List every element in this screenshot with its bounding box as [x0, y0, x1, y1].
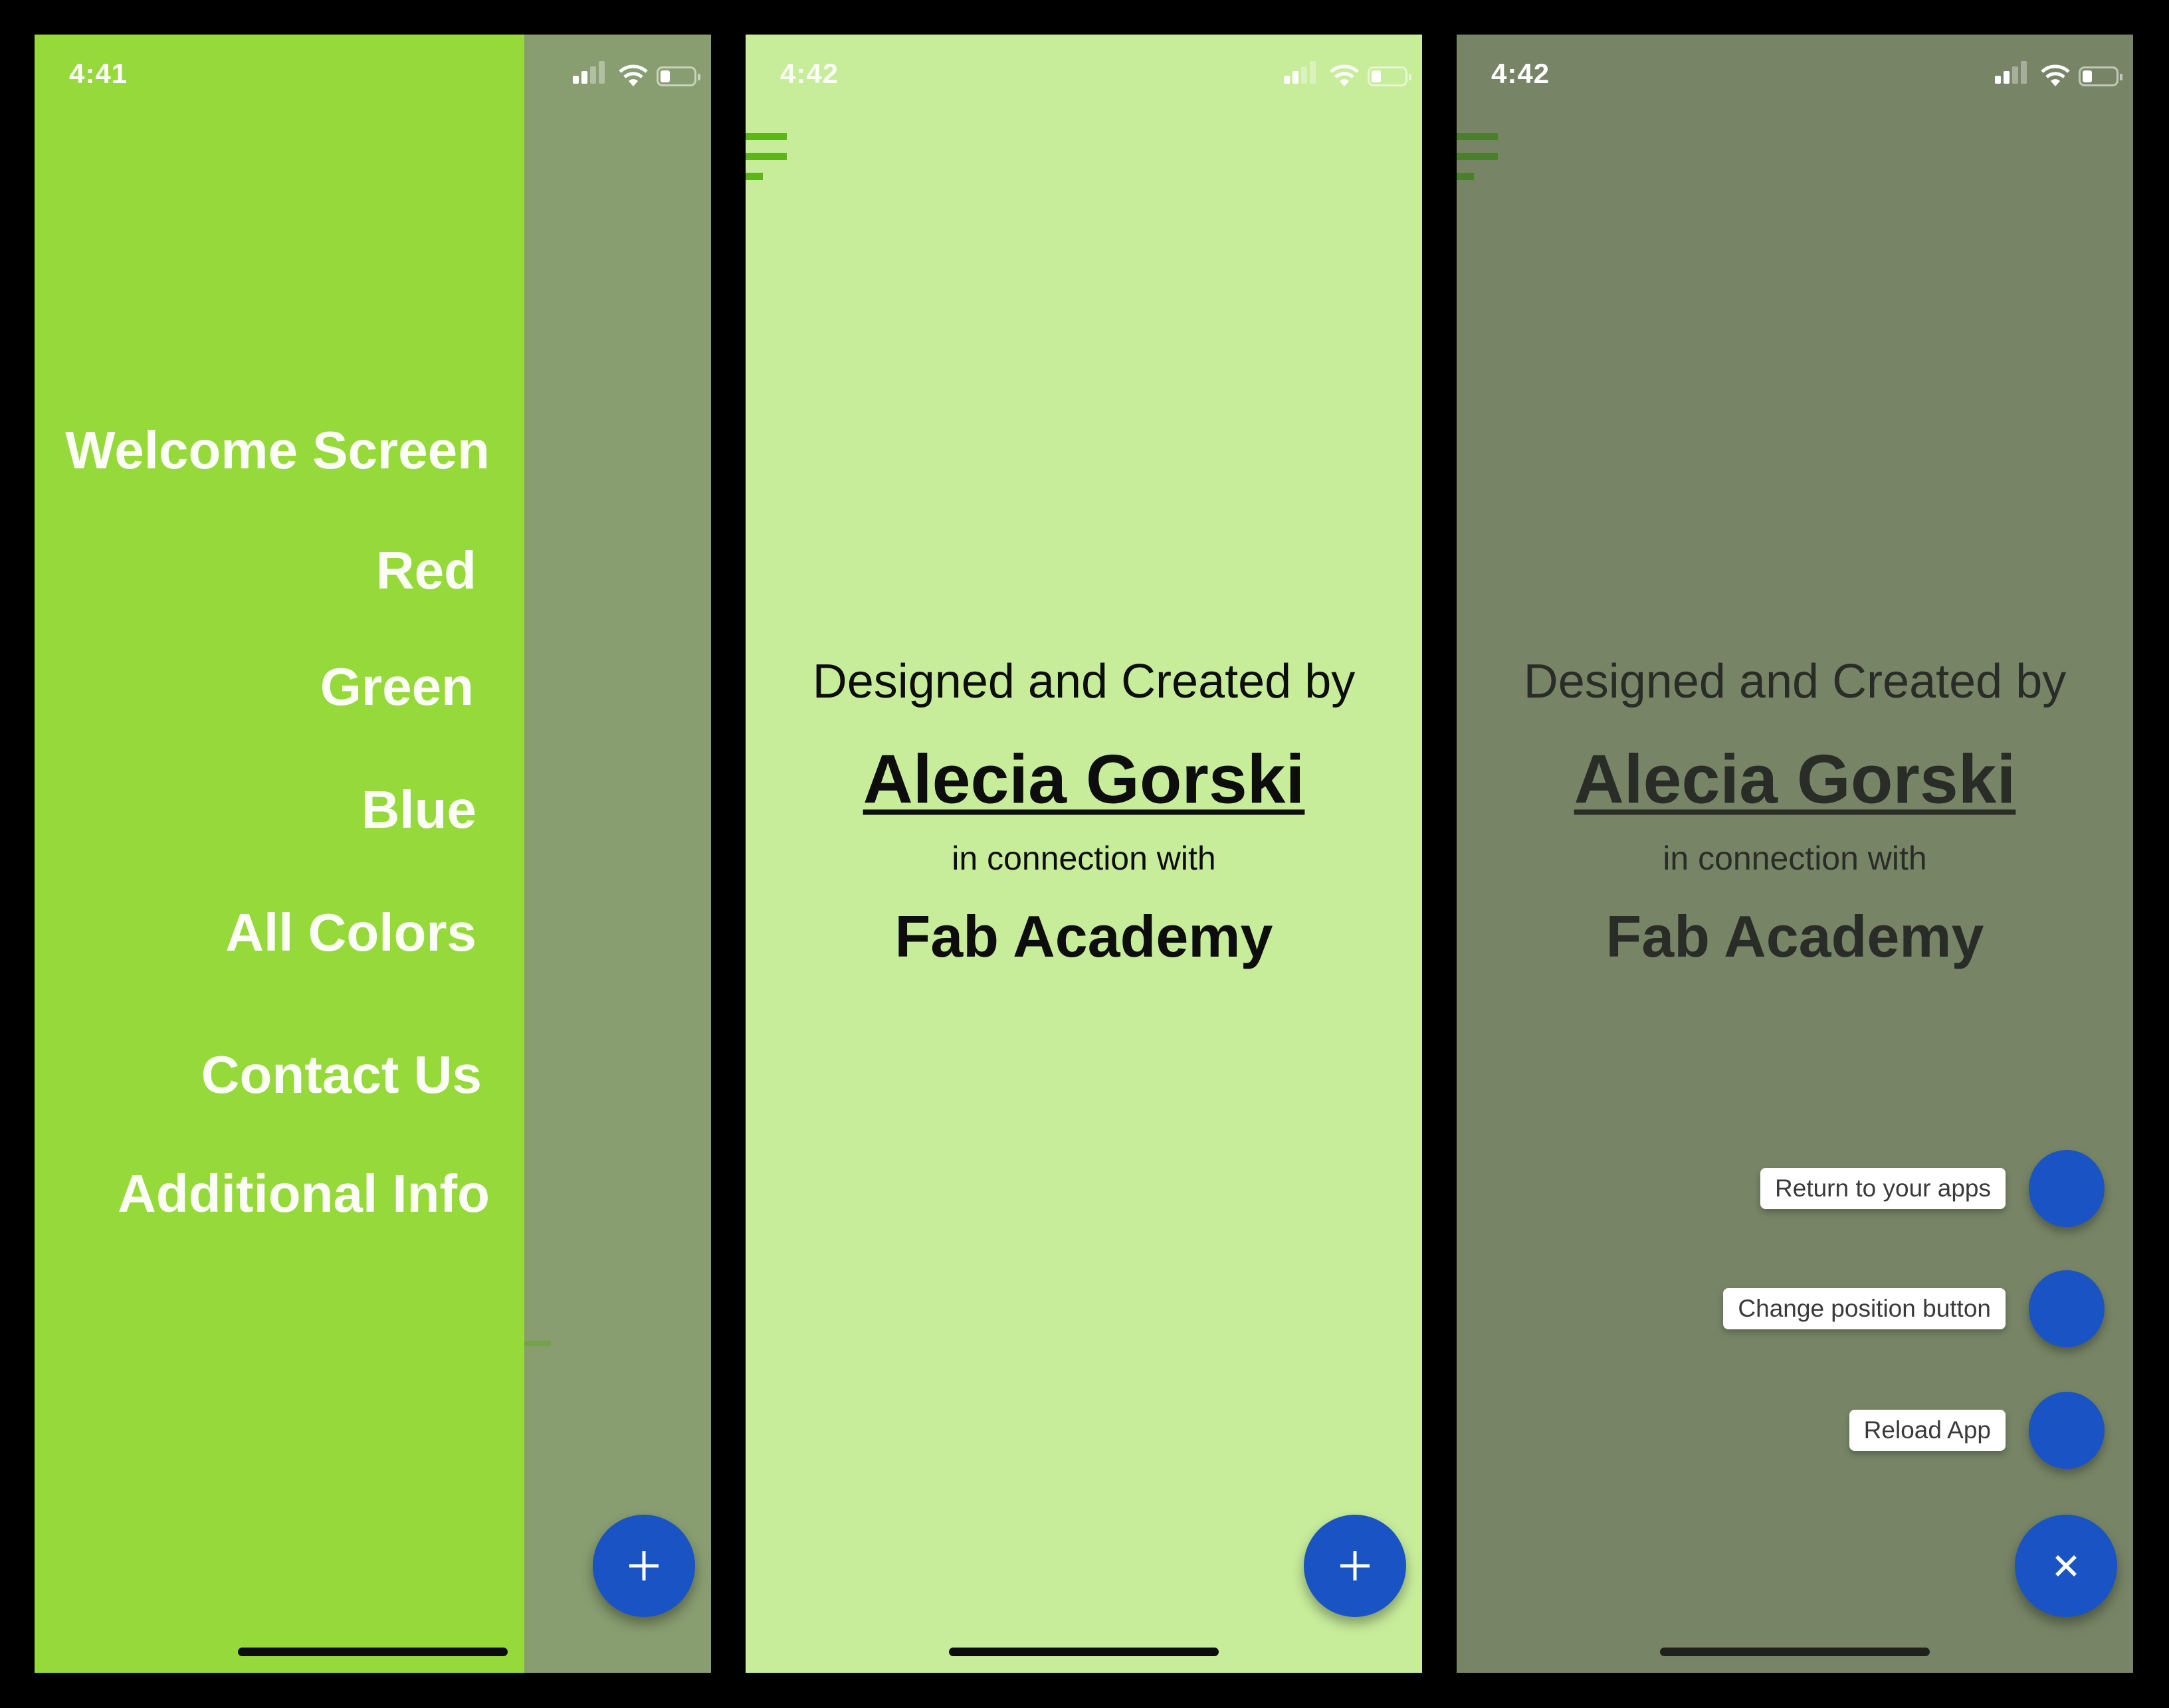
battery-icon: [1368, 66, 1411, 86]
author-name-link[interactable]: Alecia Gorski: [1457, 741, 2133, 820]
author-name-link[interactable]: Alecia Gorski: [746, 741, 1422, 820]
action-label[interactable]: Reload App: [1849, 1410, 2006, 1451]
home-indicator[interactable]: [949, 1648, 1219, 1656]
close-icon: [2055, 1555, 2077, 1576]
cellular-signal-icon: [1284, 61, 1321, 84]
status-icons: [573, 61, 706, 89]
navigation-drawer: Welcome Screen Red Green Blue All Colors…: [35, 35, 524, 1673]
screen-speed-dial-open: 4:42 Designed and Created by Alecia Gors…: [1457, 35, 2133, 1673]
screen-credits: 4:42 Designed and Created by Alecia Gors…: [746, 35, 1422, 1673]
status-icons: [1284, 61, 1417, 89]
cellular-signal-icon: [573, 61, 610, 84]
home-indicator[interactable]: [238, 1648, 508, 1656]
battery-icon: [2079, 66, 2122, 86]
home-indicator[interactable]: [1660, 1648, 1930, 1656]
cellular-signal-icon: [1995, 61, 2032, 84]
drawer-item-all-colors[interactable]: All Colors: [225, 902, 476, 963]
action-button[interactable]: [2029, 1270, 2105, 1347]
organization-name: Fab Academy: [894, 903, 1273, 969]
drawer-edge-handle: [524, 1341, 551, 1346]
action-button[interactable]: [2029, 1392, 2105, 1469]
fab-open-button[interactable]: [593, 1515, 695, 1617]
action-button[interactable]: [2029, 1150, 2105, 1227]
drawer-item-green[interactable]: Green: [320, 656, 474, 717]
status-time: 4:41: [69, 58, 128, 89]
wifi-icon: [2041, 64, 2070, 86]
credits-intro: Designed and Created by: [812, 655, 1356, 708]
battery-icon: [657, 66, 700, 86]
speed-dial-action-return-to-apps[interactable]: Return to your apps: [1457, 1150, 2133, 1227]
organization-name: Fab Academy: [1605, 903, 1984, 969]
plus-icon: [1340, 1551, 1370, 1580]
hamburger-menu-icon[interactable]: [746, 133, 788, 189]
drawer-item-contact-us[interactable]: Contact Us: [201, 1044, 482, 1105]
status-time: 4:42: [1491, 58, 1550, 89]
hamburger-menu-icon[interactable]: [1457, 133, 1499, 189]
credits-connector: in connection with: [952, 840, 1216, 877]
drawer-item-red[interactable]: Red: [376, 540, 476, 601]
status-time: 4:42: [780, 58, 839, 89]
screen-drawer-open: 4:41 Welcome Screen Red Green Blue All C…: [35, 35, 711, 1673]
credits-connector: in connection with: [1663, 840, 1927, 877]
status-icons: [1995, 61, 2128, 89]
plus-icon: [629, 1551, 659, 1580]
speed-dial-action-reload-app[interactable]: Reload App: [1457, 1392, 2133, 1469]
speed-dial-action-change-position[interactable]: Change position button: [1457, 1270, 2133, 1347]
fab-close-button[interactable]: [2015, 1515, 2117, 1617]
drawer-item-blue[interactable]: Blue: [362, 779, 476, 840]
wifi-icon: [1330, 64, 1359, 86]
credits-intro: Designed and Created by: [1523, 655, 2067, 708]
wifi-icon: [619, 64, 648, 86]
fab-open-button[interactable]: [1304, 1515, 1406, 1617]
drawer-item-additional-info[interactable]: Additional Info: [118, 1163, 490, 1224]
drawer-item-welcome-screen[interactable]: Welcome Screen: [65, 420, 490, 481]
action-label[interactable]: Change position button: [1723, 1288, 2006, 1329]
action-label[interactable]: Return to your apps: [1760, 1168, 2006, 1209]
